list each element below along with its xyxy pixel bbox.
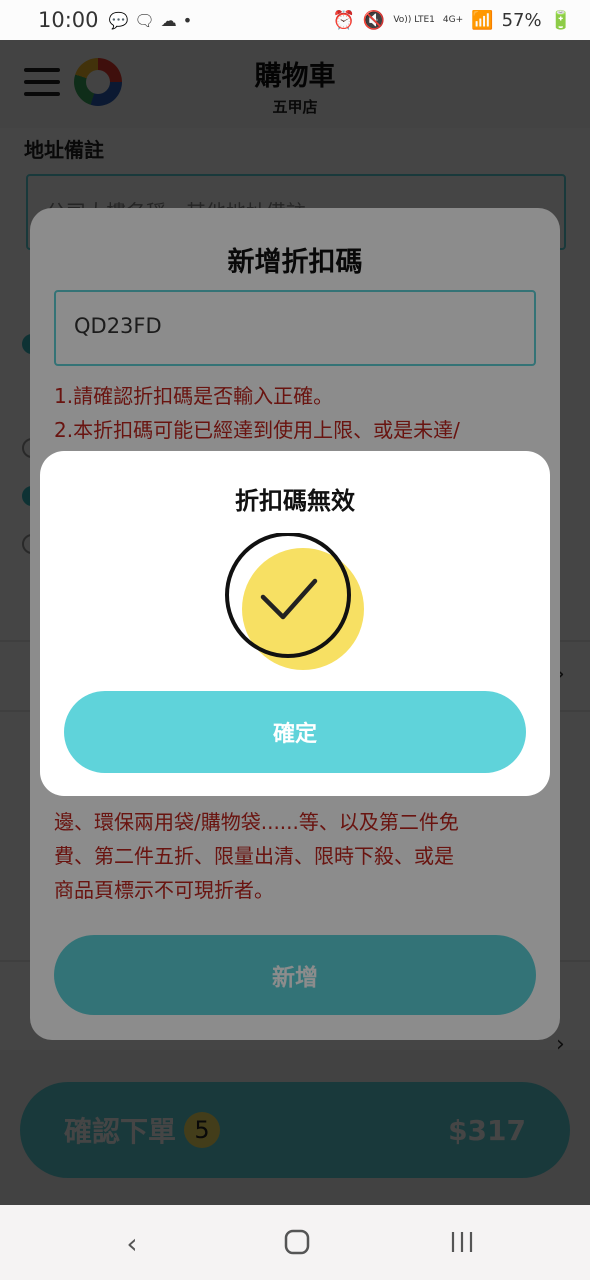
alert-title: 折扣碼無效 <box>235 487 355 515</box>
signal-icon: 📶 <box>471 9 494 31</box>
battery-level: 57% <box>501 9 542 31</box>
recents-icon[interactable] <box>442 1227 482 1261</box>
mute-icon: 🔇 <box>362 9 386 31</box>
system-nav-bar: ‹ <box>0 1205 590 1280</box>
dot-icon: • <box>182 10 193 30</box>
volte-indicator: Vo)) LTE1 <box>393 14 435 25</box>
chat-icon: 💬 <box>108 10 129 30</box>
home-icon[interactable] <box>277 1227 317 1261</box>
alarm-icon: ⏰ <box>332 9 355 31</box>
status-bar: 10:00 💬 🗨 ☁ • ⏰ 🔇 Vo)) LTE1 4G+ 📶 57% 🔋 <box>0 0 590 40</box>
battery-icon: 🔋 <box>549 9 572 31</box>
message-icon: 🗨 <box>134 10 155 30</box>
back-icon[interactable]: ‹ <box>112 1227 152 1261</box>
invalid-code-alert: 折扣碼無效 確定 <box>40 451 550 796</box>
status-time: 10:00 <box>38 8 99 32</box>
notification-icons: 💬 🗨 ☁ • <box>109 11 193 30</box>
network-indicator: 4G+ <box>442 14 464 25</box>
check-circle-icon <box>225 533 364 670</box>
cloud-icon: ☁ <box>160 10 177 30</box>
confirm-button[interactable]: 確定 <box>64 691 526 773</box>
